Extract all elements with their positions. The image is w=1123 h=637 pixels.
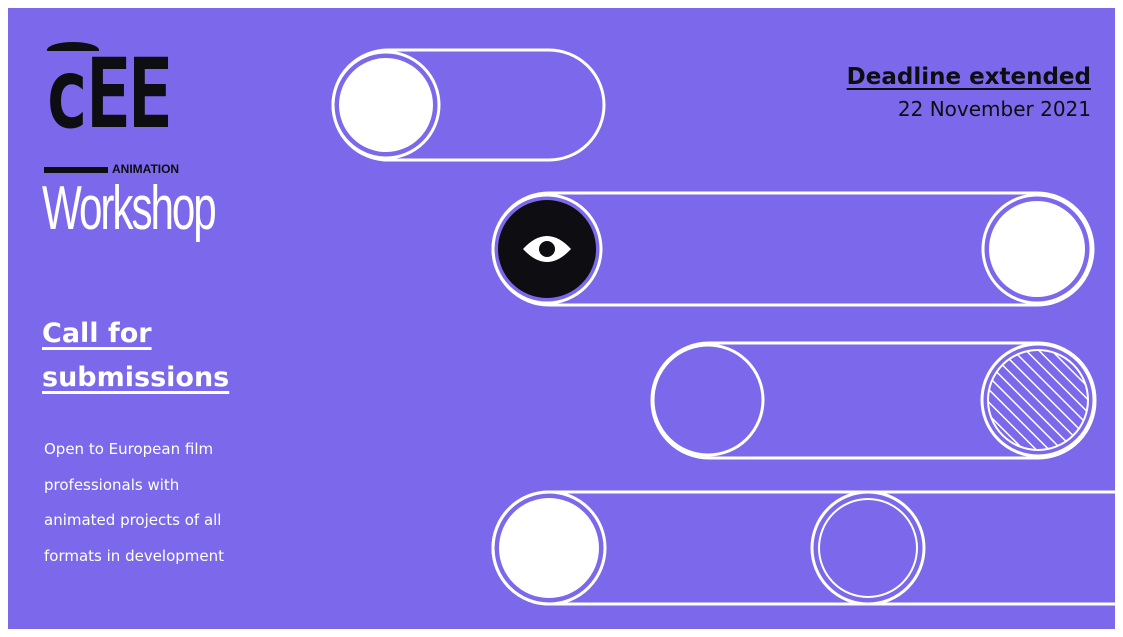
description-line-2: professionals with <box>44 475 180 494</box>
description-line-3: animated projects of all <box>44 511 222 529</box>
call-for-submissions-heading: Call for submissions <box>42 312 302 400</box>
logo-main-text: cEE <box>44 38 173 150</box>
deadline-block: Deadline extended 22 November 2021 <box>847 62 1091 126</box>
deadline-date: 22 November 2021 <box>897 97 1091 121</box>
description-line-4: formats in development <box>44 546 225 565</box>
logo-product-text: Workshop <box>42 174 217 243</box>
toggle-knob-4b <box>810 490 926 606</box>
cee-animation-workshop-logo: cEE ANIMATION Workshop <box>42 38 244 272</box>
toggle-knob-3a <box>651 343 765 457</box>
eligibility-description: Open to European film professionals with… <box>44 432 304 574</box>
logo-bar <box>44 167 108 173</box>
description-line-1: Open to European film <box>44 440 214 458</box>
heading-line-1: Call for <box>42 318 152 349</box>
poster: cEE ANIMATION Workshop Call for submissi… <box>8 8 1115 629</box>
heading-line-2: submissions <box>42 362 230 393</box>
deadline-title: Deadline extended <box>846 64 1091 90</box>
